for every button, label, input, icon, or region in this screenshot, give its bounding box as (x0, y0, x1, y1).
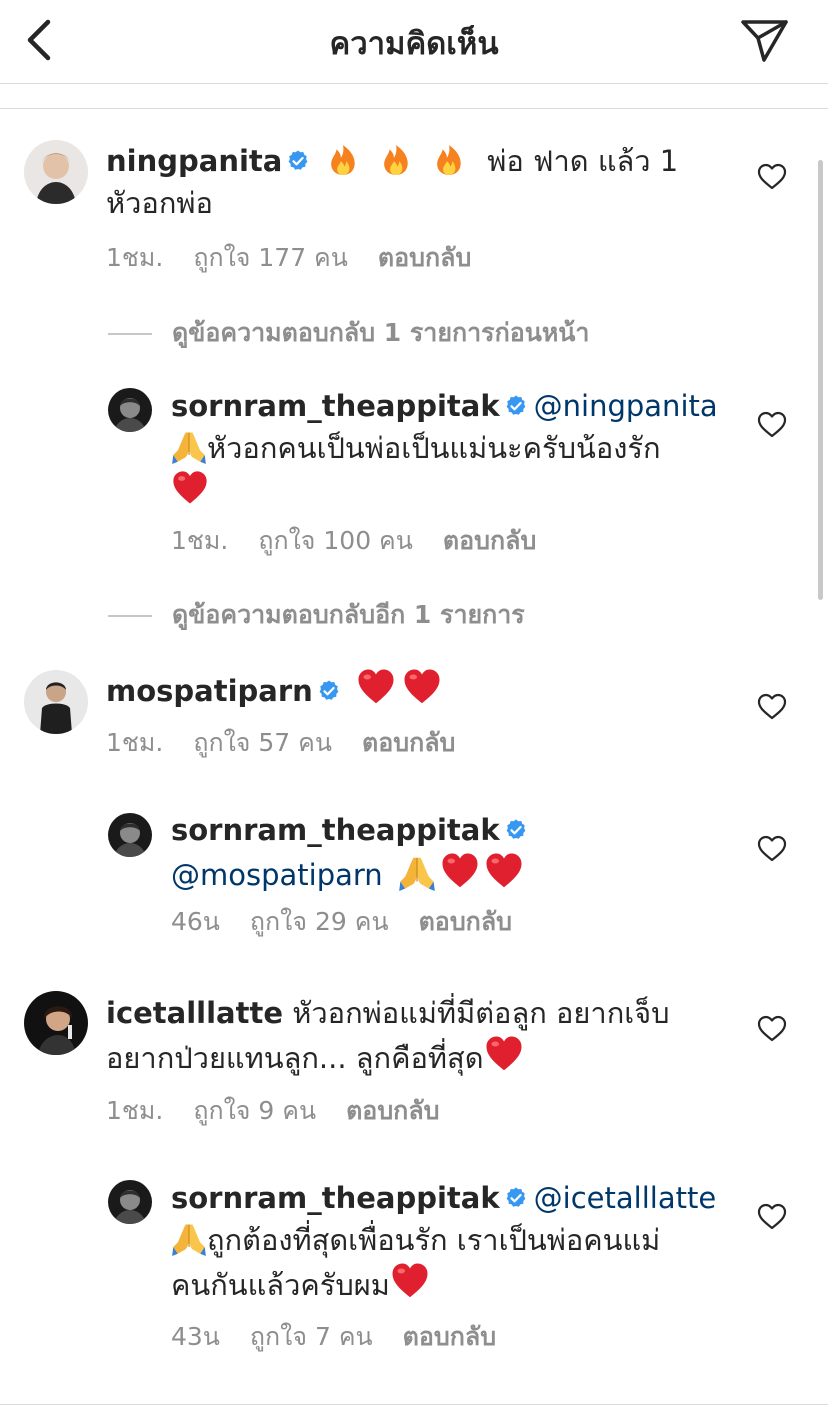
verified-badge-icon (505, 818, 527, 840)
comment-text: อยากป่วยแทนลูก... ลูกคือที่สุด (106, 1041, 484, 1075)
comment-body: mospatiparn (106, 667, 746, 712)
reply-button[interactable]: ตอบกลับ (346, 1096, 439, 1125)
avatar[interactable] (108, 1180, 152, 1224)
avatar-image (108, 1180, 152, 1224)
like-count[interactable]: ถูกใจ 7 คน (250, 1322, 373, 1351)
divider (108, 333, 152, 335)
timestamp: 1ชม. (106, 243, 164, 272)
like-count[interactable]: ถูกใจ 57 คน (193, 728, 332, 757)
avatar-image (24, 140, 88, 204)
divider (0, 1404, 828, 1405)
comment-body: icetalllatte หัวอกพ่อแม่ที่มีต่อลูก อยาก… (106, 992, 746, 1079)
verified-badge-icon (505, 394, 527, 416)
heart-emoji-icon (486, 1036, 522, 1071)
mention-link[interactable]: @mospatiparn (171, 858, 383, 892)
avatar[interactable] (108, 388, 152, 432)
heart-emoji-icon (173, 471, 207, 504)
avatar[interactable] (24, 670, 88, 734)
comment-meta: 1ชม. ถูกใจ 9 คน ตอบกลับ (106, 1091, 470, 1131)
comment-body: sornram_theappitak @mospatiparn (171, 809, 731, 896)
comment-meta: 1ชม. ถูกใจ 57 คน ตอบกลับ (106, 723, 485, 763)
share-button[interactable] (738, 16, 790, 64)
fire-emoji-icon (437, 145, 461, 175)
timestamp: 1ชม. (106, 1096, 164, 1125)
heart-emoji-icon (404, 669, 440, 704)
divider (0, 108, 828, 109)
pray-emoji-icon (398, 857, 436, 891)
fire-emoji-icon (383, 145, 408, 175)
username[interactable]: sornram_theappitak (171, 1181, 500, 1215)
verified-badge-icon (318, 679, 340, 701)
comment-text: หัวอกพ่อแม่ที่มีต่อลูก อยากเจ็บ (292, 996, 670, 1030)
heart-emoji-icon (486, 853, 522, 888)
divider (108, 615, 152, 617)
comment-meta: 1ชม. ถูกใจ 100 คน ตอบกลับ (171, 521, 566, 561)
view-replies-label: ดูข้อความตอบกลับ 1 รายการก่อนหน้า (172, 318, 590, 347)
avatar-image (24, 670, 88, 734)
timestamp: 46น (171, 907, 220, 936)
reply-button[interactable]: ตอบกลับ (378, 243, 471, 272)
page-title: ความคิดเห็น (329, 26, 499, 62)
heart-outline-icon[interactable] (757, 1015, 787, 1043)
like-count[interactable]: ถูกใจ 9 คน (193, 1096, 316, 1125)
comment-body: ningpanita พ่อ ฟาด แล้ว 1 หัวอกพ่อ (106, 140, 746, 224)
scrollbar[interactable] (818, 160, 823, 600)
username[interactable]: mospatiparn (106, 674, 313, 708)
pray-emoji-icon (171, 1223, 207, 1256)
view-more-replies[interactable]: ดูข้อความตอบกลับอีก 1 รายการ (108, 595, 525, 635)
comment-text: พ่อ ฟาด แล้ว 1 (487, 144, 679, 178)
avatar[interactable] (24, 140, 88, 204)
like-count[interactable]: ถูกใจ 177 คน (193, 243, 348, 272)
reply-button[interactable]: ตอบกลับ (403, 1322, 496, 1351)
top-bar: ความคิดเห็น (0, 0, 828, 84)
verified-badge-icon (505, 1186, 527, 1208)
heart-emoji-icon (358, 669, 394, 704)
comment-text: หัวอกคนเป็นพ่อเป็นแม่นะครับน้องรัก (207, 431, 661, 465)
view-replies-label: ดูข้อความตอบกลับอีก 1 รายการ (172, 600, 525, 629)
username[interactable]: sornram_theappitak (171, 813, 500, 847)
fire-emoji-icon (330, 145, 355, 175)
username[interactable]: icetalllatte (106, 996, 283, 1030)
heart-outline-icon[interactable] (757, 835, 787, 863)
verified-badge-icon (287, 149, 309, 171)
comment-text: หัวอกพ่อ (106, 186, 213, 220)
paper-plane-icon (741, 20, 788, 62)
reply-button[interactable]: ตอบกลับ (362, 728, 455, 757)
heart-outline-icon[interactable] (757, 693, 787, 721)
timestamp: 1ชม. (171, 526, 229, 555)
mention-link[interactable]: @icetalllatte (534, 1181, 717, 1215)
avatar-image (108, 813, 152, 857)
timestamp: 1ชม. (106, 728, 164, 757)
heart-outline-icon[interactable] (757, 411, 787, 439)
view-previous-replies[interactable]: ดูข้อความตอบกลับ 1 รายการก่อนหน้า (108, 313, 589, 353)
heart-outline-icon[interactable] (757, 163, 787, 191)
reply-button[interactable]: ตอบกลับ (443, 526, 536, 555)
comment-meta: 1ชม. ถูกใจ 177 คน ตอบกลับ (106, 238, 501, 278)
avatar-image (24, 991, 88, 1055)
avatar[interactable] (108, 813, 152, 857)
timestamp: 43น (171, 1322, 220, 1351)
heart-emoji-icon (442, 853, 478, 888)
comment-body: sornram_theappitak @ningpanita หัวอกคนเป็… (171, 385, 731, 512)
reply-button[interactable]: ตอบกลับ (419, 907, 512, 936)
username[interactable]: sornram_theappitak (171, 389, 500, 423)
comment-body: sornram_theappitak @icetalllatte ถูกต้องท… (171, 1177, 731, 1306)
like-count[interactable]: ถูกใจ 29 คน (250, 907, 389, 936)
comment-meta: 46น ถูกใจ 29 คน ตอบกลับ (171, 902, 542, 942)
comment-text: ถูกต้องที่สุดเพื่อนรัก เราเป็นพ่อคนแม่ (207, 1223, 661, 1257)
mention-link[interactable]: @ningpanita (534, 389, 718, 423)
comment-meta: 43น ถูกใจ 7 คน ตอบกลับ (171, 1317, 526, 1357)
comment-text: คนกันแล้วครับผม (171, 1268, 390, 1302)
avatar-image (108, 388, 152, 432)
heart-emoji-icon (392, 1263, 428, 1298)
like-count[interactable]: ถูกใจ 100 คน (258, 526, 413, 555)
avatar[interactable] (24, 991, 88, 1055)
username[interactable]: ningpanita (106, 144, 282, 178)
heart-outline-icon[interactable] (757, 1203, 787, 1231)
pray-emoji-icon (171, 431, 207, 464)
